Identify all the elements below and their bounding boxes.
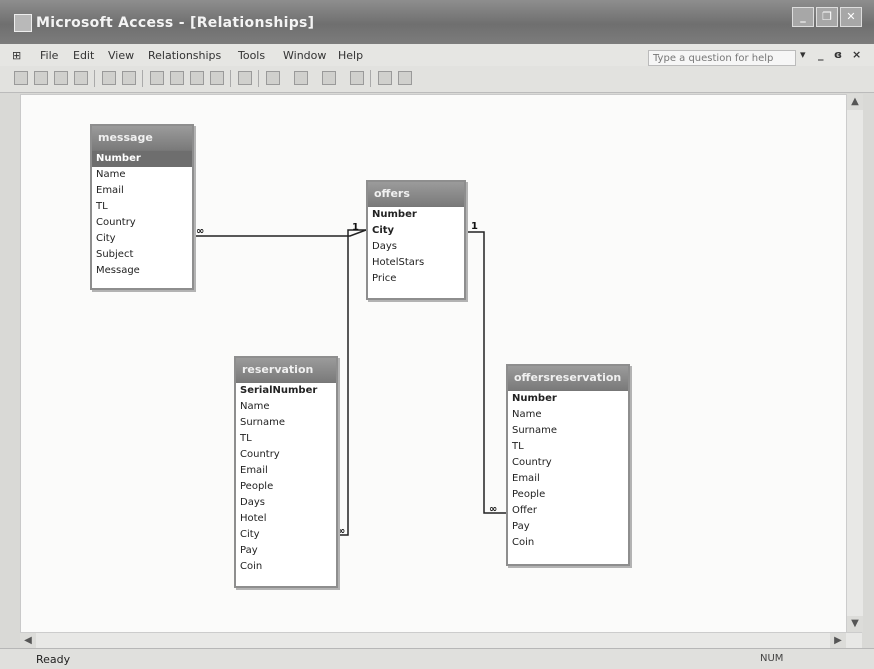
- field-surname[interactable]: Surname: [236, 415, 336, 431]
- table-offers[interactable]: offers Number City Days HotelStars Price: [366, 180, 466, 300]
- field-tl[interactable]: TL: [236, 431, 336, 447]
- table-title[interactable]: offersreservation: [508, 366, 628, 391]
- table-offersreservation[interactable]: offersreservation Number Name Surname TL…: [506, 364, 630, 566]
- relationship-line-offersreservation-offers: [466, 231, 506, 514]
- table-title[interactable]: reservation: [236, 358, 336, 383]
- one-label: 1: [471, 221, 478, 232]
- status-text: Ready: [36, 653, 71, 666]
- relationship-line-message-offers: [194, 229, 367, 237]
- field-serialnumber[interactable]: SerialNumber: [236, 383, 336, 399]
- scroll-down-icon[interactable]: ▼: [847, 616, 863, 632]
- num-lock-indicator: NUM: [760, 653, 784, 664]
- table-title[interactable]: message: [92, 126, 192, 151]
- field-offer[interactable]: Offer: [508, 503, 628, 519]
- scroll-up-icon[interactable]: ▲: [847, 94, 863, 110]
- relationship-lines: [194, 229, 506, 536]
- field-price[interactable]: Price: [368, 271, 464, 287]
- field-people[interactable]: People: [508, 487, 628, 503]
- field-days[interactable]: Days: [368, 239, 464, 255]
- field-country[interactable]: Country: [236, 447, 336, 463]
- field-surname[interactable]: Surname: [508, 423, 628, 439]
- field-city[interactable]: City: [368, 223, 464, 239]
- field-tl[interactable]: TL: [92, 199, 192, 215]
- field-number[interactable]: Number: [368, 207, 464, 223]
- field-coin[interactable]: Coin: [508, 535, 628, 551]
- table-reservation[interactable]: reservation SerialNumber Name Surname TL…: [234, 356, 338, 588]
- field-pay[interactable]: Pay: [508, 519, 628, 535]
- field-message[interactable]: Message: [92, 263, 192, 279]
- field-country[interactable]: Country: [92, 215, 192, 231]
- one-label: 1: [352, 222, 359, 233]
- field-people[interactable]: People: [236, 479, 336, 495]
- field-name[interactable]: Name: [508, 407, 628, 423]
- horizontal-scrollbar[interactable]: ◀ ▶: [20, 632, 862, 649]
- field-number[interactable]: Number: [508, 391, 628, 407]
- status-bar: Ready NUM: [0, 648, 874, 669]
- relationship-line-reservation-offers: [338, 229, 366, 536]
- field-email[interactable]: Email: [236, 463, 336, 479]
- table-title[interactable]: offers: [368, 182, 464, 207]
- field-hotelstars[interactable]: HotelStars: [368, 255, 464, 271]
- field-email[interactable]: Email: [508, 471, 628, 487]
- field-subject[interactable]: Subject: [92, 247, 192, 263]
- field-city[interactable]: City: [236, 527, 336, 543]
- field-hotel[interactable]: Hotel: [236, 511, 336, 527]
- many-label: ∞: [196, 226, 205, 237]
- many-label: ∞: [489, 504, 498, 515]
- field-name[interactable]: Name: [236, 399, 336, 415]
- field-tl[interactable]: TL: [508, 439, 628, 455]
- field-country[interactable]: Country: [508, 455, 628, 471]
- many-label: ∞: [337, 526, 346, 537]
- scroll-right-icon[interactable]: ▶: [830, 633, 846, 649]
- table-message[interactable]: message Number Name Email TL Country Cit…: [90, 124, 194, 290]
- field-name[interactable]: Name: [92, 167, 192, 183]
- vertical-scrollbar[interactable]: ▲ ▼: [846, 94, 863, 632]
- field-coin[interactable]: Coin: [236, 559, 336, 575]
- field-days[interactable]: Days: [236, 495, 336, 511]
- field-city[interactable]: City: [92, 231, 192, 247]
- scroll-left-icon[interactable]: ◀: [20, 633, 36, 649]
- field-pay[interactable]: Pay: [236, 543, 336, 559]
- field-email[interactable]: Email: [92, 183, 192, 199]
- field-number[interactable]: Number: [92, 151, 192, 167]
